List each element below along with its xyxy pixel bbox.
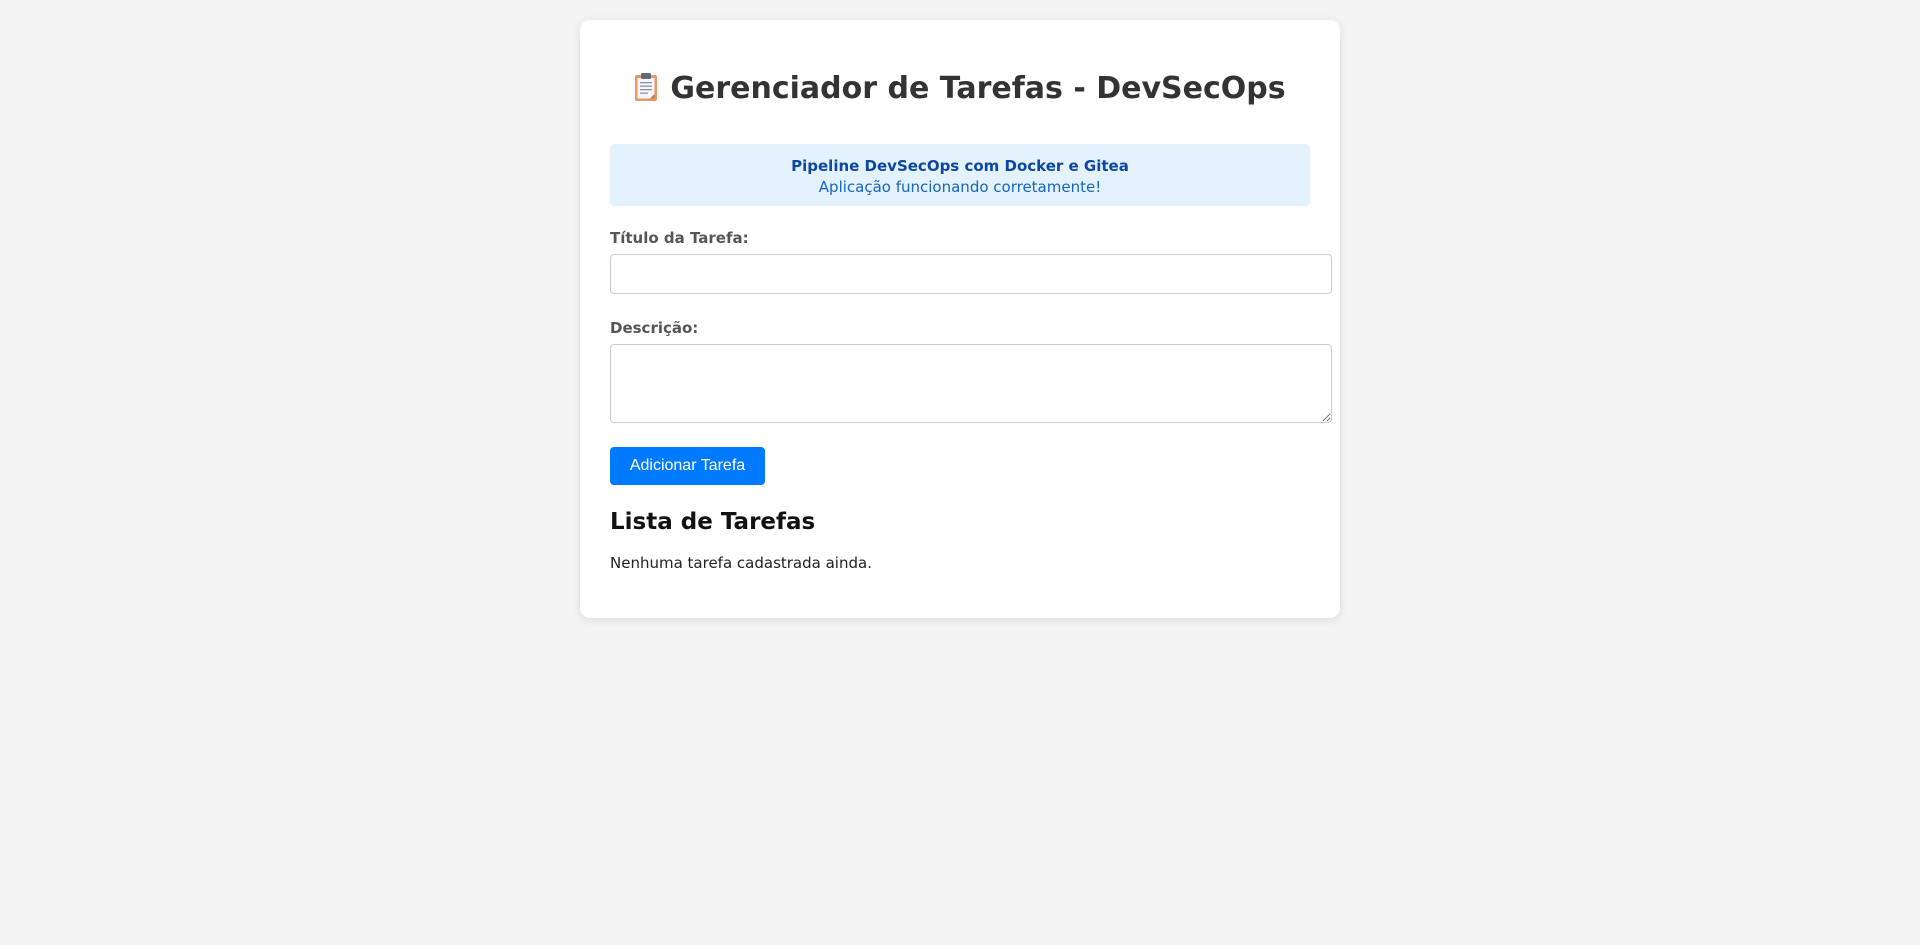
- task-list-heading: Lista de Tarefas: [610, 509, 816, 535]
- task-description-label: Descrição:: [610, 319, 699, 337]
- task-title-input[interactable]: [610, 254, 1332, 294]
- clipboard-icon: [635, 73, 658, 101]
- banner-message: Aplicação funcionando corretamente!: [818, 178, 1102, 196]
- page-title-text: Gerenciador de Tarefas - DevSecOps: [670, 71, 1286, 106]
- task-manager-card: Gerenciador de Tarefas - DevSecOps Pipel…: [580, 20, 1340, 618]
- add-task-button[interactable]: Adicionar Tarefa: [610, 447, 765, 485]
- banner-heading: Pipeline DevSecOps com Docker e Gitea: [791, 157, 1129, 175]
- task-description-textarea[interactable]: [610, 344, 1332, 423]
- page-title: Gerenciador de Tarefas - DevSecOps: [610, 20, 1310, 106]
- status-banner: Pipeline DevSecOps com Docker e Gitea Ap…: [610, 144, 1310, 206]
- task-title-label: Título da Tarefa:: [610, 229, 749, 247]
- empty-task-list-message: Nenhuma tarefa cadastrada ainda.: [610, 554, 872, 572]
